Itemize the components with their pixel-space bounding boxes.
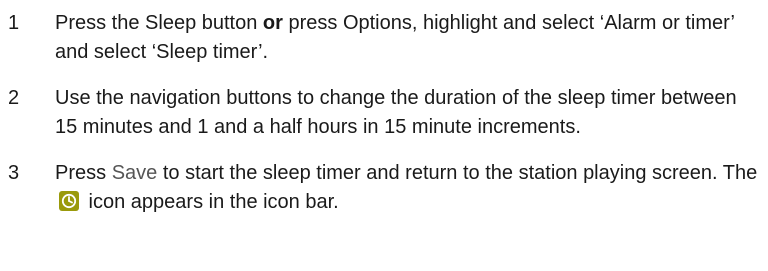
step-text-emphasis: or bbox=[262, 12, 283, 34]
step-2: 2 Use the navigation buttons to change t… bbox=[0, 84, 768, 142]
step-text: Press the Sleep button or press Options,… bbox=[55, 9, 760, 67]
sleep-timer-icon bbox=[59, 191, 79, 211]
step-number: 2 bbox=[8, 87, 20, 109]
step-3: 3 Press Save to start the sleep timer an… bbox=[0, 159, 768, 217]
step-text-part: to start the sleep timer and return to t… bbox=[157, 162, 758, 184]
instruction-steps: 1 Press the Sleep button or press Option… bbox=[0, 0, 768, 271]
step-number: 1 bbox=[8, 12, 20, 34]
step-1: 1 Press the Sleep button or press Option… bbox=[0, 9, 768, 67]
step-text: Use the navigation buttons to change the… bbox=[55, 87, 737, 138]
step-text-part: icon appears in the icon bar. bbox=[83, 191, 339, 213]
step-text: Press Save to start the sleep timer and … bbox=[55, 159, 760, 217]
step-text-part: Press bbox=[55, 162, 112, 184]
step-number: 3 bbox=[8, 162, 20, 184]
save-label: Save bbox=[111, 162, 158, 184]
step-text-part: Press the Sleep button bbox=[55, 12, 263, 34]
